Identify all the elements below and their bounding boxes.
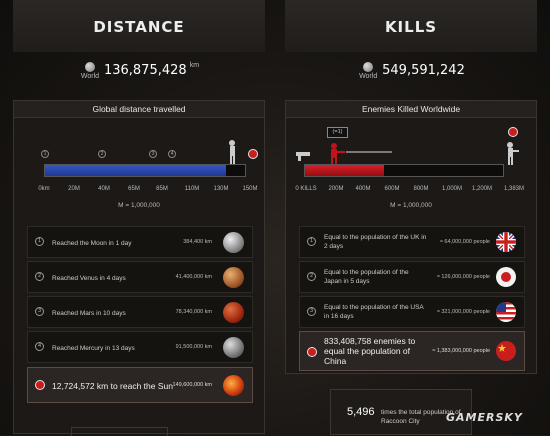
distance-row-moon[interactable]: 1 Reached the Moon in 1 day 384,400 km [27, 226, 253, 258]
distance-tick: 130M [213, 186, 229, 192]
distance-row-mars[interactable]: 3 Reached Mars in 10 days 78,340,000 km [27, 296, 253, 328]
row-value: 41,400,000 km [175, 274, 212, 280]
kills-row-usa[interactable]: 3 Equal to the population of the USA in … [299, 296, 525, 328]
sun-icon [223, 375, 244, 396]
row-label: Equal to the population of the USA in 16… [324, 304, 424, 320]
mercury-icon [223, 337, 244, 358]
kills-tick: 1,383M [503, 186, 525, 192]
mars-icon [223, 302, 244, 323]
sun-value: 149,600,000 km [172, 382, 212, 388]
china-value: ≈ 1,383,000,000 people [432, 348, 490, 354]
world-label: World [80, 73, 100, 80]
globe-icon: World [357, 62, 379, 81]
distance-panel: Global distance travelled 1 2 3 4 0km 20… [13, 100, 266, 436]
japan-flag-icon [496, 267, 516, 287]
pin-icon [35, 380, 45, 390]
kills-row-japan[interactable]: 2 Equal to the population of the Japan i… [299, 261, 525, 293]
row-value: ≈ 321,000,000 people [436, 309, 490, 315]
sun-pin-icon[interactable] [248, 149, 258, 159]
row-index: 4 [35, 342, 44, 351]
row-index: 1 [35, 237, 44, 246]
distance-row-mercury[interactable]: 4 Reached Mercury in 13 days 91,500,000 … [27, 331, 253, 363]
distance-scale-note: M = 1,000,000 [118, 202, 160, 209]
kills-tick: 200M [328, 186, 344, 192]
china-flag-icon [496, 341, 516, 361]
kills-tick: 1,200M [471, 186, 493, 192]
row-label: Reached Mars in 10 days [52, 310, 126, 317]
milestone-marker-4[interactable]: 4 [168, 150, 176, 158]
row-label: Equal to the population of the UK in 2 d… [324, 234, 427, 250]
distance-row-sun[interactable]: 12,724,572 km to reach the Sun 149,600,0… [27, 367, 253, 403]
distance-tick: 150M [242, 186, 258, 192]
kills-progress-track [304, 164, 504, 177]
distance-total: World 136,875,428 km [13, 62, 265, 84]
kill-marker-badge: (=1) [327, 127, 348, 138]
distance-tick: 110M [184, 186, 200, 192]
distance-progress-fill [45, 165, 226, 176]
kills-tick: 600M [384, 186, 400, 192]
milestone-marker-3[interactable]: 3 [149, 150, 157, 158]
row-index: 3 [307, 307, 316, 316]
kills-total: World 549,591,242 [285, 62, 537, 84]
row-value: 78,340,000 km [175, 309, 212, 315]
distance-tick: 20M [68, 186, 80, 192]
distance-tick: 40M [98, 186, 110, 192]
kills-banner: KILLS [285, 0, 537, 52]
distance-progress-track [44, 164, 246, 177]
row-index: 1 [307, 237, 316, 246]
row-value: 91,500,000 km [175, 344, 212, 350]
row-value: ≈ 126,000,000 people [436, 274, 490, 280]
shooter-icon [296, 143, 392, 165]
china-label: 833,408,758 enemies to equal the populat… [324, 336, 416, 366]
kills-tick: 0 KILLS [295, 186, 317, 192]
kills-panel: Enemies Killed Worldwide (=1) 0 KILLS 20… [285, 100, 537, 374]
pin-icon [307, 347, 317, 357]
kills-progress-fill [305, 165, 385, 176]
distance-total-value: 136,875,428 [103, 63, 187, 78]
milestone-marker-2[interactable]: 2 [98, 150, 106, 158]
row-label: Reached the Moon in 1 day [52, 240, 132, 247]
kills-column: KILLS World 549,591,242 Enemies Killed Wo… [285, 0, 537, 435]
usa-flag-icon [496, 302, 516, 322]
zombie-icon [507, 142, 519, 165]
distance-title: DISTANCE [93, 18, 185, 36]
row-index: 2 [35, 272, 44, 281]
row-label: Equal to the population of the Japan in … [324, 269, 409, 285]
globe-icon: World [79, 62, 101, 81]
raccoon-number: 5,496 [347, 406, 375, 418]
row-value: 384,400 km [183, 239, 212, 245]
target-pin-icon[interactable] [508, 127, 518, 137]
distance-banner: DISTANCE [13, 0, 265, 52]
distance-row-venus[interactable]: 2 Reached Venus in 4 days 41,400,000 km [27, 261, 253, 293]
venus-icon [223, 267, 244, 288]
distance-tick: 65M [128, 186, 140, 192]
distance-unit: km [189, 62, 200, 69]
row-index: 3 [35, 307, 44, 316]
row-label: Reached Mercury in 13 days [52, 345, 135, 352]
distance-axis: 0km 20M 40M 65M 85M 110M 130M 150M [14, 186, 266, 198]
kills-total-value: 549,591,242 [382, 63, 465, 78]
kills-tick: 400M [355, 186, 371, 192]
distance-panel-title: Global distance travelled [14, 101, 264, 118]
kills-row-uk[interactable]: 1 Equal to the population of the UK in 2… [299, 226, 525, 258]
world-label: World [359, 73, 378, 80]
row-label: Reached Venus in 4 days [52, 275, 126, 282]
moon-icon [223, 232, 244, 253]
distance-column: DISTANCE World 136,875,428 km Global dista… [13, 0, 266, 436]
row-value: ≈ 64,000,000 people [439, 239, 490, 245]
kills-tick: 800M [413, 186, 429, 192]
distance-tick: 0km [38, 186, 50, 192]
milestone-marker-1[interactable]: 1 [41, 150, 49, 158]
kills-tick: 1,000M [441, 186, 463, 192]
row-index: 2 [307, 272, 316, 281]
kills-title: KILLS [384, 18, 438, 36]
kills-panel-title: Enemies Killed Worldwide [286, 101, 536, 118]
kills-scale-note: M = 1,000,000 [390, 202, 432, 209]
kills-row-china[interactable]: 833,408,758 enemies to equal the populat… [299, 331, 525, 371]
uk-flag-icon [496, 232, 516, 252]
watermark: GAMERSKY [446, 411, 523, 424]
kills-axis: 0 KILLS 200M 400M 600M 800M 1,000M 1,200… [286, 186, 538, 198]
distance-tick: 85M [156, 186, 168, 192]
walker-icon [229, 140, 235, 164]
